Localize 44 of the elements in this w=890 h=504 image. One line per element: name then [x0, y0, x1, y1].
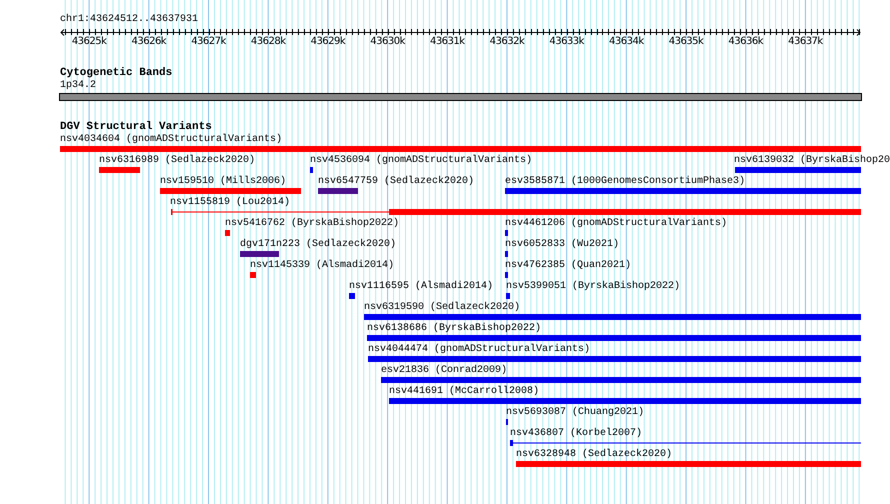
feature-bar[interactable]	[510, 440, 861, 446]
tick-label: 43628k	[250, 36, 287, 48]
feature-label: nsv1116595 (Alsmadi2014)	[349, 281, 494, 293]
band-bar[interactable]	[59, 93, 862, 101]
feature-label: nsv5693087 (Chuang2021)	[506, 407, 644, 419]
feature-label: nsv4034604 (gnomADStructuralVariants)	[60, 134, 282, 146]
tick-label: 43625k	[70, 36, 108, 48]
tick-label: 43630k	[369, 36, 406, 48]
track-title: DGV Structural Variants	[60, 121, 212, 134]
tick-label: 43635k	[668, 36, 704, 48]
tick-label: 43632k	[488, 36, 526, 48]
feature-label: nsv6547759 (Sedlazeck2020)	[318, 176, 474, 188]
feature-label: nsv6316989 (Sedlazeck2020)	[99, 155, 256, 167]
feature-label: nsv5416762 (ByrskaBishop2022)	[225, 218, 400, 230]
feature-label: nsv4536094 (gnomADStructuralVariants)	[310, 155, 532, 167]
feature-label: nsv6052833 (Wu2021)	[505, 239, 620, 251]
feature-label: nsv6138686 (ByrskaBishop2022)	[367, 323, 542, 335]
feature-label: nsv1155819 (Lou2014)	[170, 197, 290, 209]
location-label: chr1:43624512..43637931	[60, 14, 198, 26]
feature-label: nsv436807 (Korbel2007)	[510, 428, 642, 440]
tick-label: 43629k	[310, 36, 346, 48]
tick-label: 43634k	[608, 36, 645, 48]
tick-label: 43633k	[548, 36, 586, 48]
band-label: 1p34.2	[60, 80, 96, 92]
feature-label: nsv159510 (Mills2006)	[160, 176, 286, 188]
feature-label: nsv6328948 (Sedlazeck2020)	[516, 449, 672, 461]
tick-label: 43626k	[130, 36, 168, 48]
feature-label: esv3585871 (1000GenomesConsortiumPhase3)	[505, 176, 746, 188]
tick-label: 43637k	[787, 36, 824, 48]
tick-label: 43631k	[428, 36, 466, 48]
feature-label: nsv6319590 (Sedlazeck2020)	[364, 302, 520, 314]
track-title: Cytogenetic Bands	[60, 67, 172, 80]
feature-bar[interactable]	[171, 209, 861, 215]
feature-label: esv21836 (Conrad2009)	[381, 365, 508, 377]
feature-label: nsv4044474 (gnomADStructuralVariants)	[368, 344, 590, 356]
feature-label: nsv441691 (McCarroll2008)	[389, 386, 540, 398]
feature-label: nsv5399051 (ByrskaBishop2022)	[506, 281, 680, 293]
tick-label: 43627k	[190, 36, 227, 48]
feature-label: nsv1145339 (Alsmadi2014)	[250, 260, 394, 272]
feature-label: dgv171n223 (Sedlazeck2020)	[240, 239, 396, 251]
feature-label: nsv4762385 (Quan2021)	[505, 260, 632, 272]
tick-label: 43636k	[727, 36, 764, 48]
feature-label: nsv4461206 (gnomADStructuralVariants)	[505, 218, 728, 230]
feature-label: nsv6139032 (ByrskaBishop20	[734, 155, 890, 167]
